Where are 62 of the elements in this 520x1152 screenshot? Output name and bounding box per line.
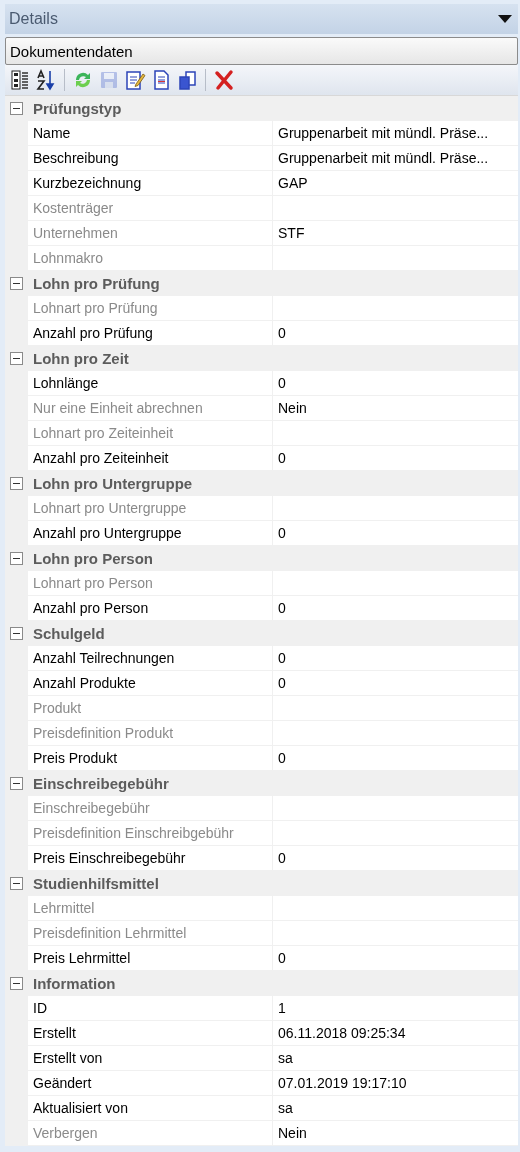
collapse-icon[interactable] xyxy=(10,876,23,890)
panel-title: Details xyxy=(9,10,58,28)
property-value[interactable]: 0 xyxy=(273,746,518,770)
property-name[interactable]: Preis Lehrmittel xyxy=(28,946,273,970)
property-value[interactable]: sa xyxy=(273,1046,518,1070)
property-value[interactable]: 0 xyxy=(273,646,518,670)
collapse-icon[interactable] xyxy=(10,101,23,115)
property-name[interactable]: Preis Produkt xyxy=(28,746,273,770)
property-name[interactable]: Erstellt von xyxy=(28,1046,273,1070)
collapse-icon[interactable] xyxy=(10,476,23,490)
property-value[interactable]: 0 xyxy=(273,946,518,970)
property-name[interactable]: Anzahl pro Person xyxy=(28,596,273,620)
property-value[interactable]: sa xyxy=(273,1096,518,1120)
property-value[interactable]: 0 xyxy=(273,521,518,545)
category-heading[interactable]: Einschreibegebühr xyxy=(28,774,169,792)
property-value[interactable]: 0 xyxy=(273,371,518,395)
property-name[interactable]: Beschreibung xyxy=(28,146,273,170)
property-name[interactable]: Erstellt xyxy=(28,1021,273,1045)
category-heading[interactable]: Lohn pro Untergruppe xyxy=(28,474,193,492)
copy-icon[interactable] xyxy=(176,69,198,91)
collapse-icon[interactable] xyxy=(10,276,23,290)
category-heading[interactable]: Lohn pro Person xyxy=(28,549,153,567)
property-value[interactable]: 06.11.2018 09:25:34 xyxy=(273,1021,518,1045)
collapse-icon[interactable] xyxy=(10,776,23,790)
categorized-view-icon[interactable] xyxy=(9,69,31,91)
category-heading[interactable]: Information xyxy=(28,974,116,992)
sort-icon[interactable] xyxy=(35,69,57,91)
property-name[interactable]: Anzahl Teilrechnungen xyxy=(28,646,273,670)
category-heading[interactable]: Lohn pro Zeit xyxy=(28,349,129,367)
dropdown-arrow-icon[interactable] xyxy=(498,15,512,23)
property-value[interactable]: Gruppenarbeit mit mündl. Präse... xyxy=(273,146,518,170)
property-name[interactable]: ID xyxy=(28,996,273,1020)
category-heading[interactable]: Prüfungstyp xyxy=(28,99,122,117)
property-value[interactable]: 0 xyxy=(273,846,518,870)
property-name[interactable]: Anzahl pro Zeiteinheit xyxy=(28,446,273,470)
property-name[interactable]: Anzahl pro Prüfung xyxy=(28,321,273,345)
property-name[interactable]: Name xyxy=(28,121,273,145)
property-value[interactable]: GAP xyxy=(273,171,518,195)
property-name[interactable]: Anzahl pro Untergruppe xyxy=(28,521,273,545)
property-value[interactable]: 0 xyxy=(273,596,518,620)
property-name[interactable]: Lohnlänge xyxy=(28,371,273,395)
property-value[interactable]: 0 xyxy=(273,671,518,695)
property-value[interactable]: 0 xyxy=(273,446,518,470)
property-value[interactable]: 1 xyxy=(273,996,518,1020)
property-name[interactable]: Geändert xyxy=(28,1071,273,1095)
delete-icon[interactable] xyxy=(213,69,235,91)
property-name[interactable]: Anzahl Produkte xyxy=(28,671,273,695)
property-value[interactable]: 07.01.2019 19:17:10 xyxy=(273,1071,518,1095)
category-heading[interactable]: Studienhilfsmittel xyxy=(28,874,159,892)
document-dropdown[interactable]: Dokumentendaten xyxy=(5,37,518,65)
property-name[interactable]: Aktualisiert von xyxy=(28,1096,273,1120)
collapse-icon[interactable] xyxy=(10,626,23,640)
property-name[interactable]: Preis Einschreibegebühr xyxy=(28,846,273,870)
property-value[interactable]: 0 xyxy=(273,321,518,345)
edit-icon[interactable] xyxy=(124,69,146,91)
collapse-icon[interactable] xyxy=(10,976,23,990)
property-value[interactable]: Gruppenarbeit mit mündl. Präse... xyxy=(273,121,518,145)
collapse-icon[interactable] xyxy=(10,551,23,565)
property-name[interactable]: Kurzbezeichnung xyxy=(28,171,273,195)
collapse-icon[interactable] xyxy=(10,351,23,365)
category-heading[interactable]: Lohn pro Prüfung xyxy=(28,274,160,292)
category-heading[interactable]: Schulgeld xyxy=(28,624,105,642)
